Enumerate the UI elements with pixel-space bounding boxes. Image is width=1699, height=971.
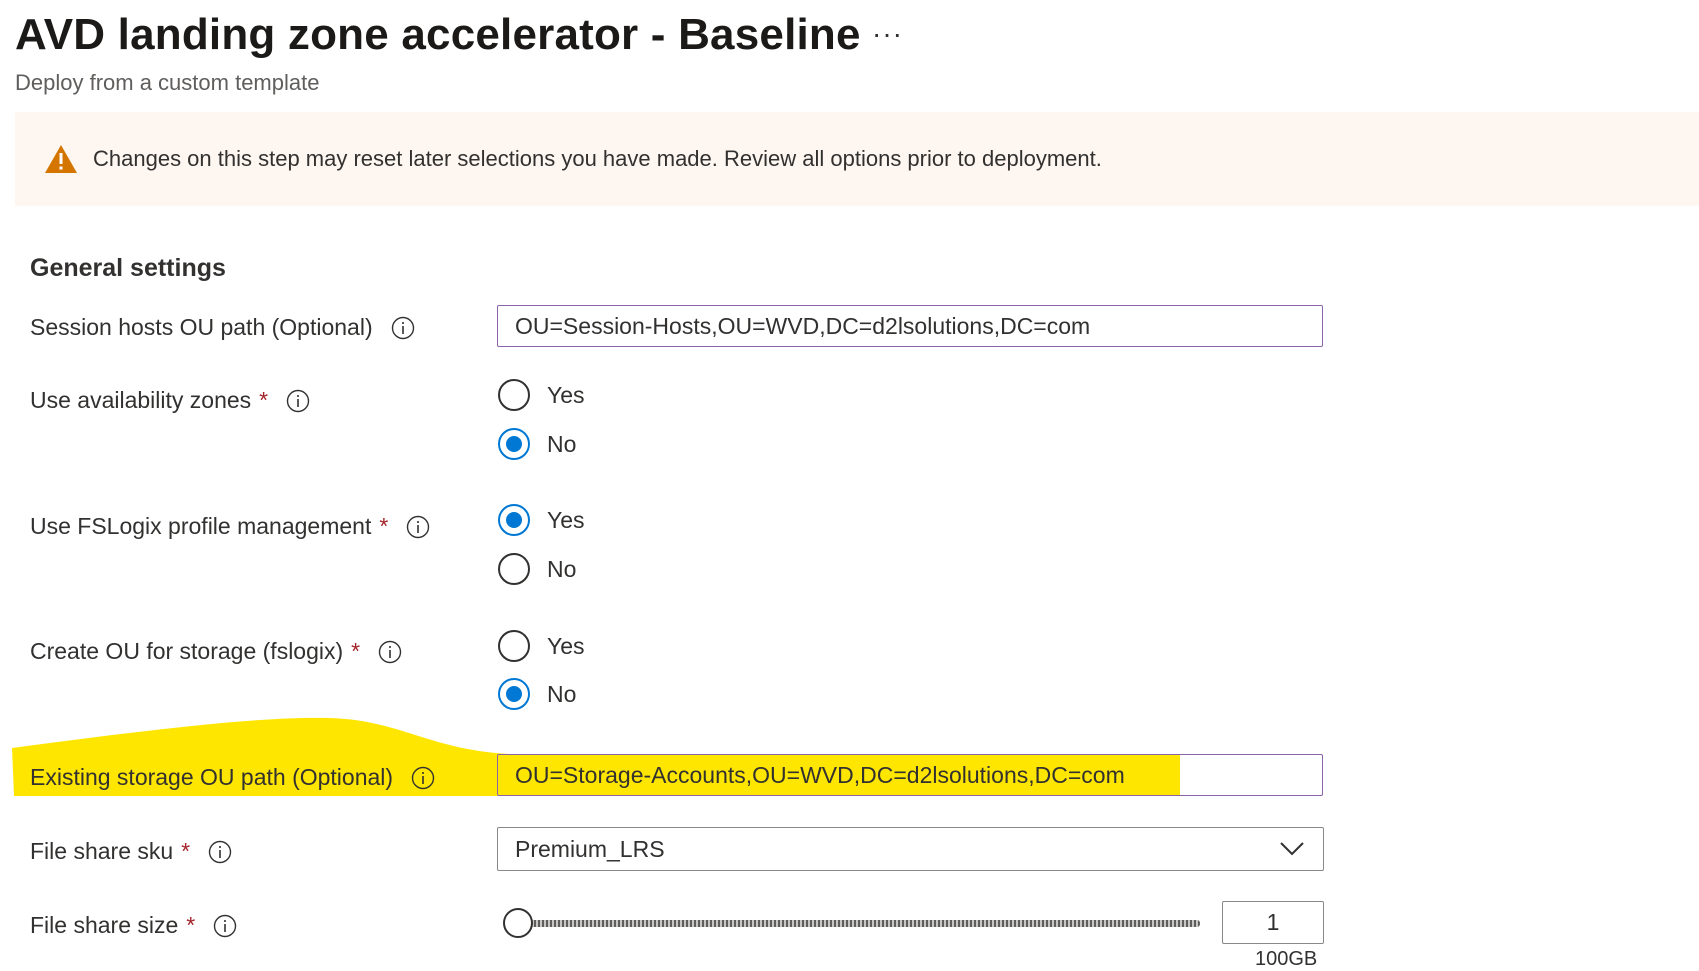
required-marker: * [351,638,361,664]
radio-label: No [547,680,577,707]
create-ou-storage-label: Create OU for storage (fslogix) * [30,638,402,665]
field-label: File share size [30,912,179,938]
info-icon[interactable] [213,914,237,938]
field-label: Session hosts OU path (Optional) [30,314,373,340]
info-icon[interactable] [406,515,430,539]
warning-message: Changes on this step may reset later sel… [93,146,1102,171]
section-title: General settings [30,254,226,282]
radio-button-selected[interactable] [498,428,530,460]
file-share-sku-label: File share sku * [30,838,232,865]
info-icon[interactable] [411,766,435,790]
field-label: File share sku [30,838,174,864]
radio-label: Yes [547,506,585,533]
fslogix-no[interactable]: No [498,553,576,585]
radio-button[interactable] [498,379,530,411]
radio-button[interactable] [498,630,530,662]
radio-label: Yes [547,632,585,659]
storage-ou-label: Existing storage OU path (Optional) [30,764,435,791]
file-share-size-unit: 100GB [1255,948,1318,970]
page-title: AVD landing zone accelerator - Baseline [15,10,861,59]
file-share-size-label: File share size * [30,912,237,939]
info-icon[interactable] [378,640,402,664]
availability-zones-no[interactable]: No [498,428,576,460]
required-marker: * [186,912,196,938]
warning-icon [45,145,77,173]
file-share-sku-dropdown[interactable]: Premium_LRS [497,827,1324,871]
create-ou-storage-yes[interactable]: Yes [498,630,585,662]
file-share-size-slider-track[interactable] [530,920,1200,927]
session-hosts-ou-label: Session hosts OU path (Optional) [30,314,415,341]
radio-button-selected[interactable] [498,504,530,536]
warning-banner: Changes on this step may reset later sel… [15,112,1699,206]
radio-label: No [547,555,577,582]
fslogix-yes[interactable]: Yes [498,504,585,536]
page-subtitle: Deploy from a custom template [15,70,320,95]
field-label: Create OU for storage (fslogix) [30,638,344,664]
info-icon[interactable] [391,316,415,340]
session-hosts-ou-input[interactable]: OU=Session-Hosts,OU=WVD,DC=d2lsolutions,… [497,305,1323,347]
required-marker: * [181,838,191,864]
dropdown-value: Premium_LRS [515,835,665,862]
info-icon[interactable] [286,389,310,413]
file-share-size-slider-thumb[interactable] [503,908,533,938]
radio-label: No [547,430,577,457]
info-icon[interactable] [208,840,232,864]
field-label: Use availability zones [30,387,252,413]
radio-button-selected[interactable] [498,678,530,710]
field-label: Existing storage OU path (Optional) [30,764,394,790]
availability-zones-label: Use availability zones * [30,387,310,414]
required-marker: * [259,387,269,413]
more-options-button[interactable]: ··· [872,18,903,50]
storage-ou-input[interactable]: OU=Storage-Accounts,OU=WVD,DC=d2lsolutio… [497,754,1323,796]
field-label: Use FSLogix profile management [30,513,372,539]
availability-zones-yes[interactable]: Yes [498,379,585,411]
create-ou-storage-no[interactable]: No [498,678,576,710]
fslogix-label: Use FSLogix profile management * [30,513,430,540]
radio-label: Yes [547,381,585,408]
file-share-size-input[interactable]: 1 [1222,901,1324,944]
radio-button[interactable] [498,553,530,585]
required-marker: * [379,513,389,539]
chevron-down-icon [1280,842,1304,856]
